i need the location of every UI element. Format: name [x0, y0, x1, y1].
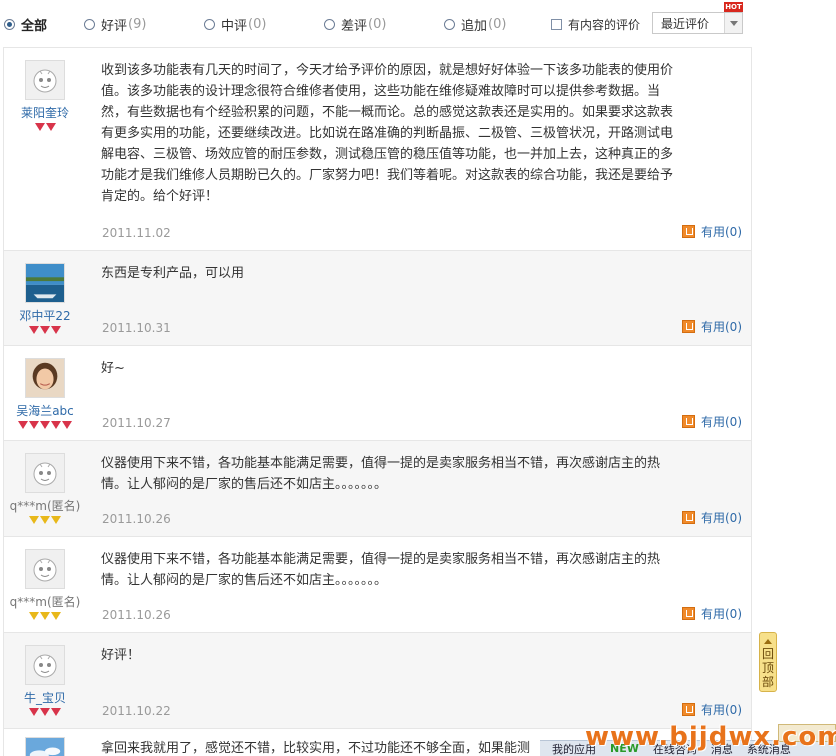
gem-icon [18, 421, 28, 429]
review-date: 2011.11.02 [102, 226, 171, 240]
gem-icon [40, 708, 50, 716]
review-date: 2011.10.31 [102, 321, 171, 335]
review-item: 牛_宝贝 好评！ 2011.10.22 有用(0) [4, 633, 751, 729]
useful-button[interactable]: 有用(0) [682, 701, 742, 718]
hot-badge: HOT [724, 2, 743, 12]
gem-icon [29, 326, 39, 334]
thumb-icon [682, 703, 695, 716]
thumb-icon [682, 607, 695, 620]
gem-icon [40, 612, 50, 620]
review-text: 好评！ [101, 648, 141, 663]
review-username: q***m(匿名) [9, 595, 81, 609]
review-author: q***m(匿名) [4, 441, 86, 526]
rank-gems [4, 123, 86, 133]
arrow-up-icon [764, 639, 772, 644]
filter-positive[interactable]: 好评 (9) [84, 15, 146, 34]
site-watermark: www.bjjdwx.com [585, 722, 836, 752]
rank-gems [4, 516, 86, 526]
filter-negative[interactable]: 差评 (0) [324, 15, 386, 34]
useful-button[interactable]: 有用(0) [682, 413, 742, 430]
radio-icon[interactable] [444, 18, 455, 30]
rank-gems [4, 326, 86, 336]
default-avatar-icon[interactable] [25, 60, 65, 100]
radio-icon[interactable] [4, 18, 15, 30]
gem-icon [40, 421, 50, 429]
review-item: q***m(匿名) 仪器使用下来不错，各功能基本能满足需要，值得一提的是卖家服务… [4, 441, 751, 537]
review-username[interactable]: 牛_宝贝 [4, 689, 86, 706]
review-filter-bar: 全部 好评 (9) 中评 (0) 差评 (0) 追加 (0) 有内容的评价 最近… [0, 0, 752, 42]
review-text: 仪器使用下来不错，各功能基本能满足需要，值得一提的是卖家服务相当不错，再次感谢店… [101, 552, 661, 588]
useful-button[interactable]: 有用(0) [682, 318, 742, 335]
gem-icon [40, 326, 50, 334]
gem-icon [29, 708, 39, 716]
review-author: 牛_宝贝 [4, 633, 86, 718]
rank-gems [4, 421, 86, 431]
review-date: 2011.10.26 [102, 608, 171, 622]
review-date: 2011.10.26 [102, 512, 171, 526]
radio-icon[interactable] [84, 18, 95, 30]
review-author: q***m(匿名) [4, 537, 86, 622]
radio-icon[interactable] [204, 18, 215, 30]
review-username: q***m(匿名) [9, 499, 81, 513]
default-avatar-icon[interactable] [25, 453, 65, 493]
thumb-icon [682, 415, 695, 428]
review-username[interactable]: 吴海兰abc [4, 402, 86, 419]
woman-photo-avatar[interactable] [25, 358, 65, 398]
gem-icon [29, 516, 39, 524]
review-author: 莱阳奎玲 [4, 48, 86, 133]
review-item: q***m(匿名) 仪器使用下来不错，各功能基本能满足需要，值得一提的是卖家服务… [4, 537, 751, 633]
review-item: 莱阳奎玲 收到该多功能表有几天的时间了，今天才给予评价的原因，就是想好好体验一下… [4, 48, 751, 251]
chevron-down-icon[interactable] [724, 13, 742, 33]
gem-icon [45, 123, 56, 131]
radio-icon[interactable] [324, 18, 335, 30]
review-author: 吴海兰abc [4, 346, 86, 431]
gem-icon [51, 326, 61, 334]
sort-select[interactable]: 最近评价 [652, 12, 743, 34]
review-item: 吴海兰abc 好~ 2011.10.27 有用(0) [4, 346, 751, 441]
gem-icon [51, 421, 61, 429]
filter-neutral[interactable]: 中评 (0) [204, 15, 266, 34]
review-text: 好~ [101, 361, 125, 376]
review-text: 东西是专利产品，可以用 [101, 266, 245, 281]
review-username[interactable]: 莱阳奎玲 [4, 104, 86, 121]
review-item: 邓中平22 东西是专利产品，可以用 2011.10.31 有用(0) [4, 251, 751, 346]
default-avatar-icon[interactable] [25, 645, 65, 685]
gem-icon [62, 421, 72, 429]
useful-button[interactable]: 有用(0) [682, 223, 742, 240]
thumb-icon [682, 225, 695, 238]
filter-appended[interactable]: 追加 (0) [444, 15, 506, 34]
default-avatar-icon[interactable] [25, 549, 65, 589]
review-author: 邓中平22 [4, 251, 86, 336]
gem-icon [40, 516, 50, 524]
review-text: 收到该多功能表有几天的时间了，今天才给予评价的原因，就是想好好体验一下该多功能表… [101, 63, 674, 204]
review-text: 仪器使用下来不错，各功能基本能满足需要，值得一提的是卖家服务相当不错，再次感谢店… [101, 456, 661, 492]
review-username[interactable]: 邓中平22 [4, 307, 86, 324]
sky-photo-avatar[interactable] [25, 737, 65, 756]
useful-button[interactable]: 有用(0) [682, 605, 742, 622]
review-list: 莱阳奎玲 收到该多功能表有几天的时间了，今天才给予评价的原因，就是想好好体验一下… [3, 47, 752, 756]
thumb-icon [682, 320, 695, 333]
gem-icon [51, 708, 61, 716]
thumb-icon [682, 511, 695, 524]
checkbox-icon[interactable] [551, 18, 562, 30]
content-only-toggle[interactable]: 有内容的评价 [551, 15, 640, 33]
gem-icon [51, 612, 61, 620]
boat-photo-avatar[interactable] [25, 263, 65, 303]
review-date: 2011.10.27 [102, 416, 171, 430]
filter-all[interactable]: 全部 [4, 15, 47, 34]
gem-icon [51, 516, 61, 524]
gem-icon [29, 421, 39, 429]
review-date: 2011.10.22 [102, 704, 171, 718]
gem-icon [34, 123, 45, 131]
useful-button[interactable]: 有用(0) [682, 509, 742, 526]
rank-gems [4, 612, 86, 622]
gem-icon [29, 612, 39, 620]
back-to-top-button[interactable]: 回顶部 [759, 632, 777, 692]
rank-gems [4, 708, 86, 718]
review-author [4, 729, 86, 756]
